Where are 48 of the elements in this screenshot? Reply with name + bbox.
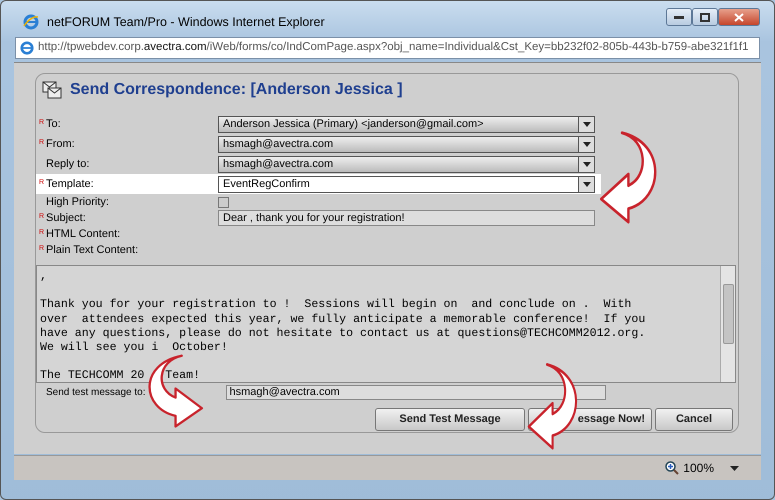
browser-icon	[23, 14, 39, 30]
minimize-button[interactable]	[666, 8, 692, 26]
text-line: October!	[172, 340, 228, 356]
field-label: Send test message to:	[46, 386, 146, 400]
maximize-button[interactable]	[692, 8, 718, 26]
caret-icon	[582, 142, 590, 146]
dropdown[interactable]: hsmagh@avectra.com	[218, 156, 595, 172]
dropdown[interactable]: Anderson Jessica (Primary) <janderson@gmail.com>	[218, 116, 595, 132]
close-icon	[734, 12, 744, 22]
text-line: over attendees expected this year, we fully anticipate a memorable conference! If you	[40, 312, 646, 327]
input-field[interactable]: hsmagh@avectra.com	[226, 385, 606, 400]
field-label: Reply to:	[46, 156, 90, 172]
close-button[interactable]	[718, 8, 760, 26]
scrollbar[interactable]	[720, 266, 735, 382]
caret-icon	[582, 162, 590, 166]
caret-icon[interactable]	[730, 466, 739, 470]
text-line: have any questions, please do not hesitate to contact us at questions@TECHCOMM2012.org.	[40, 326, 646, 341]
text-line: ,	[40, 270, 47, 284]
text-line: We will see you i	[40, 340, 158, 356]
zoom-icon	[665, 461, 680, 475]
zoom-level[interactable]: 100%	[683, 459, 714, 477]
dropdown[interactable]: EventRegConfirm	[218, 176, 595, 192]
checkbox[interactable]	[218, 196, 229, 208]
input-field[interactable]: Dear , thank you for your registration!	[218, 210, 595, 226]
envelope-icon	[42, 81, 62, 99]
field-label: HTML Content:	[46, 226, 120, 242]
field-label: Subject:	[46, 210, 86, 226]
dropdown[interactable]: hsmagh@avectra.com	[218, 136, 595, 152]
text-line: Team!	[165, 369, 200, 382]
panel-title: Send Correspondence: [Anderson Jessica ]	[70, 80, 403, 100]
text-line: The TECHCOMM 20	[40, 369, 144, 382]
text-line: Thank you for your registration to ! Sessions will begin on and conclude on . With	[40, 298, 632, 313]
button[interactable]: Cancel	[655, 408, 733, 431]
caret-icon	[582, 182, 590, 186]
url-text: http://tpwebdev.corp.avectra.com/iWeb/forms/co/IndComPage.aspx?obj_name=Individual&Cst_Key=bb232f02-805b-443b-b759-abe321f1f1	[38, 40, 748, 56]
message-textarea[interactable]	[36, 265, 736, 383]
field-label: Template:	[46, 176, 94, 192]
maximize-icon	[700, 12, 710, 22]
address-bar[interactable]: http://tpwebdev.corp.avectra.com/iWeb/forms/co/IndComPage.aspx?obj_name=Individual&Cst_Key=bb232f02-805b-443b-b759-abe321f1f1	[15, 37, 760, 59]
field-label: High Priority:	[46, 194, 109, 210]
caret-icon	[582, 122, 590, 126]
button[interactable]: Send Test Message	[375, 408, 525, 431]
minimize-icon	[674, 15, 684, 19]
window-title: netFORUM Team/Pro - Windows Internet Explorer	[47, 14, 325, 31]
field-label: Plain Text Content:	[46, 242, 138, 258]
field-label: To:	[46, 116, 61, 132]
page-icon	[20, 41, 34, 55]
field-label: From:	[46, 136, 75, 152]
